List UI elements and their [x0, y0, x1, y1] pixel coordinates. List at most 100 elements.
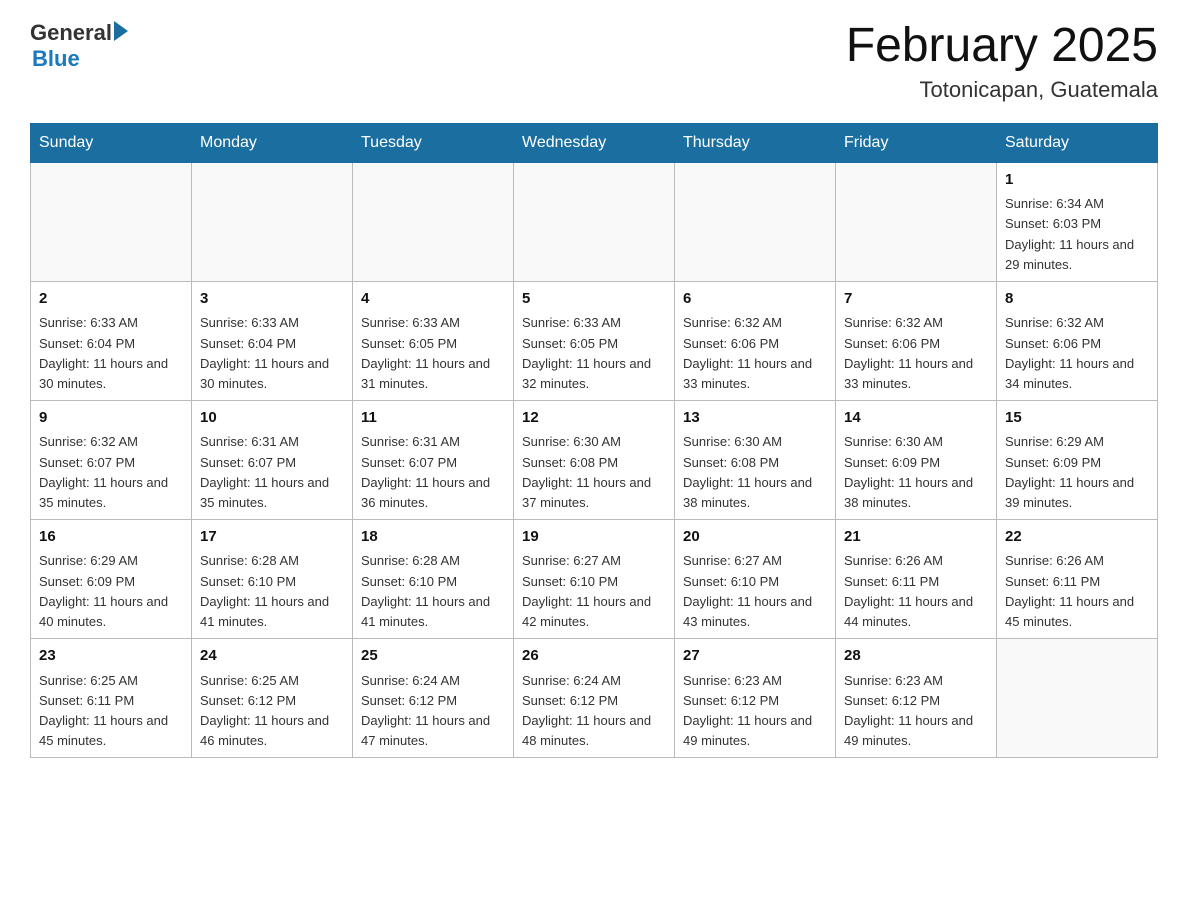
table-row: 13Sunrise: 6:30 AM Sunset: 6:08 PM Dayli…: [675, 400, 836, 519]
table-row: 17Sunrise: 6:28 AM Sunset: 6:10 PM Dayli…: [192, 519, 353, 638]
day-info: Sunrise: 6:26 AM Sunset: 6:11 PM Dayligh…: [844, 551, 988, 632]
day-info: Sunrise: 6:25 AM Sunset: 6:12 PM Dayligh…: [200, 671, 344, 752]
day-number: 21: [844, 526, 988, 549]
table-row: 6Sunrise: 6:32 AM Sunset: 6:06 PM Daylig…: [675, 281, 836, 400]
day-info: Sunrise: 6:34 AM Sunset: 6:03 PM Dayligh…: [1005, 194, 1149, 275]
table-row: 24 Sunrise: 6:25 AM Sunset: 6:12 PM Dayli…: [192, 639, 353, 758]
day-info: Sunrise: 6:30 AM Sunset: 6:09 PM Dayligh…: [844, 432, 988, 513]
day-number: 3: [200, 288, 344, 311]
day-number: 23: [39, 645, 183, 668]
day-info: Sunrise: 6:28 AM Sunset: 6:10 PM Dayligh…: [200, 551, 344, 632]
header-saturday: Saturday: [997, 123, 1158, 162]
day-info: Sunrise: 6:23 AM Sunset: 6:12 PM Dayligh…: [683, 671, 827, 752]
logo-arrow-icon: [114, 21, 128, 41]
day-number: 9: [39, 407, 183, 430]
page-header: General Blue February 2025 Totonicapan, …: [30, 20, 1158, 103]
day-number: 20: [683, 526, 827, 549]
day-info: Sunrise: 6:24 AM Sunset: 6:12 PM Dayligh…: [361, 671, 505, 752]
table-row: [836, 162, 997, 281]
calendar-week-row: 1Sunrise: 6:34 AM Sunset: 6:03 PM Daylig…: [31, 162, 1158, 281]
table-row: [31, 162, 192, 281]
day-info: Sunrise: 6:27 AM Sunset: 6:10 PM Dayligh…: [683, 551, 827, 632]
day-info: Sunrise: 6:25 AM Sunset: 6:11 PM Dayligh…: [39, 671, 183, 752]
table-row: 25 Sunrise: 6:24 AM Sunset: 6:12 PM Dayli…: [353, 639, 514, 758]
day-info: Sunrise: 6:29 AM Sunset: 6:09 PM Dayligh…: [39, 551, 183, 632]
day-number: 2: [39, 288, 183, 311]
day-number: 26: [522, 645, 666, 668]
day-number: 6: [683, 288, 827, 311]
day-number: 16: [39, 526, 183, 549]
day-number: 4: [361, 288, 505, 311]
day-info: Sunrise: 6:28 AM Sunset: 6:10 PM Dayligh…: [361, 551, 505, 632]
calendar-subtitle: Totonicapan, Guatemala: [846, 77, 1158, 103]
day-number: 13: [683, 407, 827, 430]
title-block: February 2025 Totonicapan, Guatemala: [846, 20, 1158, 103]
table-row: [514, 162, 675, 281]
day-info: Sunrise: 6:33 AM Sunset: 6:04 PM Dayligh…: [39, 313, 183, 394]
day-number: 27: [683, 645, 827, 668]
day-info: Sunrise: 6:24 AM Sunset: 6:12 PM Dayligh…: [522, 671, 666, 752]
day-info: Sunrise: 6:32 AM Sunset: 6:06 PM Dayligh…: [1005, 313, 1149, 394]
logo-text-blue: Blue: [32, 46, 128, 72]
day-number: 7: [844, 288, 988, 311]
day-number: 18: [361, 526, 505, 549]
day-info: Sunrise: 6:32 AM Sunset: 6:06 PM Dayligh…: [683, 313, 827, 394]
table-row: [675, 162, 836, 281]
table-row: 20Sunrise: 6:27 AM Sunset: 6:10 PM Dayli…: [675, 519, 836, 638]
header-sunday: Sunday: [31, 123, 192, 162]
day-info: Sunrise: 6:32 AM Sunset: 6:06 PM Dayligh…: [844, 313, 988, 394]
logo: General Blue: [30, 20, 128, 72]
header-thursday: Thursday: [675, 123, 836, 162]
day-number: 22: [1005, 526, 1149, 549]
day-info: Sunrise: 6:29 AM Sunset: 6:09 PM Dayligh…: [1005, 432, 1149, 513]
table-row: [192, 162, 353, 281]
table-row: 8Sunrise: 6:32 AM Sunset: 6:06 PM Daylig…: [997, 281, 1158, 400]
day-number: 12: [522, 407, 666, 430]
day-number: 25: [361, 645, 505, 668]
table-row: 2Sunrise: 6:33 AM Sunset: 6:04 PM Daylig…: [31, 281, 192, 400]
table-row: [997, 639, 1158, 758]
table-row: 15Sunrise: 6:29 AM Sunset: 6:09 PM Dayli…: [997, 400, 1158, 519]
calendar-table: Sunday Monday Tuesday Wednesday Thursday…: [30, 123, 1158, 758]
day-info: Sunrise: 6:30 AM Sunset: 6:08 PM Dayligh…: [522, 432, 666, 513]
calendar-week-row: 23 Sunrise: 6:25 AM Sunset: 6:11 PM Dayli…: [31, 639, 1158, 758]
day-info: Sunrise: 6:32 AM Sunset: 6:07 PM Dayligh…: [39, 432, 183, 513]
calendar-header-row: Sunday Monday Tuesday Wednesday Thursday…: [31, 123, 1158, 162]
day-info: Sunrise: 6:33 AM Sunset: 6:04 PM Dayligh…: [200, 313, 344, 394]
calendar-week-row: 9Sunrise: 6:32 AM Sunset: 6:07 PM Daylig…: [31, 400, 1158, 519]
logo-text-general: General: [30, 20, 112, 46]
day-info: Sunrise: 6:31 AM Sunset: 6:07 PM Dayligh…: [361, 432, 505, 513]
day-info: Sunrise: 6:33 AM Sunset: 6:05 PM Dayligh…: [522, 313, 666, 394]
calendar-week-row: 16Sunrise: 6:29 AM Sunset: 6:09 PM Dayli…: [31, 519, 1158, 638]
day-number: 15: [1005, 407, 1149, 430]
day-number: 8: [1005, 288, 1149, 311]
table-row: 23 Sunrise: 6:25 AM Sunset: 6:11 PM Dayli…: [31, 639, 192, 758]
day-number: 14: [844, 407, 988, 430]
day-number: 24: [200, 645, 344, 668]
table-row: 5Sunrise: 6:33 AM Sunset: 6:05 PM Daylig…: [514, 281, 675, 400]
table-row: [353, 162, 514, 281]
day-number: 11: [361, 407, 505, 430]
table-row: 14Sunrise: 6:30 AM Sunset: 6:09 PM Dayli…: [836, 400, 997, 519]
day-number: 10: [200, 407, 344, 430]
table-row: 10Sunrise: 6:31 AM Sunset: 6:07 PM Dayli…: [192, 400, 353, 519]
header-monday: Monday: [192, 123, 353, 162]
header-friday: Friday: [836, 123, 997, 162]
day-number: 1: [1005, 169, 1149, 192]
table-row: 1Sunrise: 6:34 AM Sunset: 6:03 PM Daylig…: [997, 162, 1158, 281]
table-row: 3Sunrise: 6:33 AM Sunset: 6:04 PM Daylig…: [192, 281, 353, 400]
day-number: 17: [200, 526, 344, 549]
header-tuesday: Tuesday: [353, 123, 514, 162]
day-info: Sunrise: 6:26 AM Sunset: 6:11 PM Dayligh…: [1005, 551, 1149, 632]
calendar-title: February 2025: [846, 20, 1158, 73]
day-info: Sunrise: 6:27 AM Sunset: 6:10 PM Dayligh…: [522, 551, 666, 632]
table-row: 26 Sunrise: 6:24 AM Sunset: 6:12 PM Dayli…: [514, 639, 675, 758]
table-row: 11Sunrise: 6:31 AM Sunset: 6:07 PM Dayli…: [353, 400, 514, 519]
table-row: 18Sunrise: 6:28 AM Sunset: 6:10 PM Dayli…: [353, 519, 514, 638]
day-info: Sunrise: 6:30 AM Sunset: 6:08 PM Dayligh…: [683, 432, 827, 513]
day-number: 28: [844, 645, 988, 668]
table-row: 28Sunrise: 6:23 AM Sunset: 6:12 PM Dayli…: [836, 639, 997, 758]
table-row: 21Sunrise: 6:26 AM Sunset: 6:11 PM Dayli…: [836, 519, 997, 638]
table-row: 22Sunrise: 6:26 AM Sunset: 6:11 PM Dayli…: [997, 519, 1158, 638]
table-row: 7Sunrise: 6:32 AM Sunset: 6:06 PM Daylig…: [836, 281, 997, 400]
